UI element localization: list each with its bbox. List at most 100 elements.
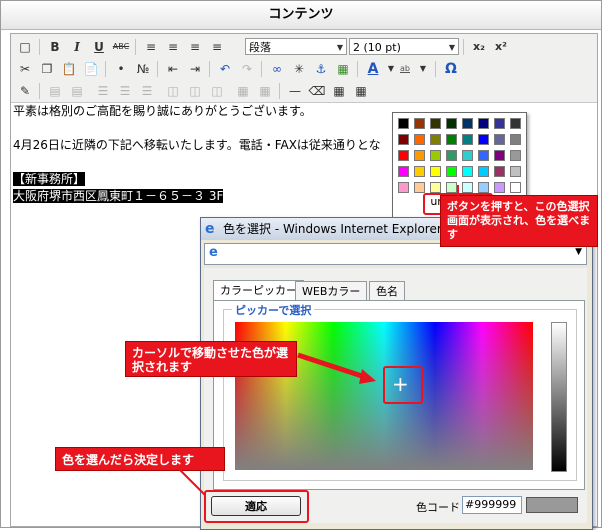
delete-column-icon[interactable]: ◫	[207, 81, 227, 101]
color-swatch[interactable]	[510, 118, 521, 129]
anchor-icon[interactable]: ⚓	[311, 59, 331, 79]
color-swatch[interactable]	[398, 118, 409, 129]
color-swatch[interactable]	[446, 166, 457, 177]
color-swatch[interactable]	[462, 166, 473, 177]
color-swatch[interactable]	[494, 118, 505, 129]
unlink-icon[interactable]: ✳	[289, 59, 309, 79]
color-swatch[interactable]	[414, 118, 425, 129]
panel-title: コンテンツ	[1, 1, 601, 30]
toolbar-separator	[209, 61, 210, 77]
toolbar-separator	[135, 39, 136, 55]
annotation-palette-note: ボタンを押すと、この色選択画面が表示され、色を選べます	[440, 195, 598, 247]
color-swatch[interactable]	[398, 166, 409, 177]
color-swatch[interactable]	[494, 166, 505, 177]
cut-icon[interactable]: ✂	[15, 59, 35, 79]
color-swatch[interactable]	[446, 134, 457, 145]
new-document-icon[interactable]: □	[15, 37, 35, 57]
table-cell-icon[interactable]: ▤	[67, 81, 87, 101]
image-icon[interactable]: ▦	[333, 59, 353, 79]
color-swatch[interactable]	[494, 134, 505, 145]
color-swatch[interactable]	[462, 134, 473, 145]
special-character-button[interactable]: Ω	[441, 59, 461, 79]
color-swatch[interactable]	[510, 182, 521, 193]
strikethrough-button[interactable]: ABC	[111, 37, 131, 57]
color-swatch[interactable]	[494, 182, 505, 193]
copy-icon[interactable]: ❐	[37, 59, 57, 79]
redo-icon[interactable]: ↷	[237, 59, 257, 79]
chevron-down-icon[interactable]: ▼	[413, 59, 433, 79]
paste-icon[interactable]: 📋	[59, 59, 79, 79]
bullet-list-icon[interactable]: •	[111, 59, 131, 79]
merge-cells-icon[interactable]: ▦	[255, 81, 275, 101]
color-swatch[interactable]	[430, 118, 441, 129]
bold-button[interactable]: B	[45, 37, 65, 57]
color-swatch[interactable]	[398, 134, 409, 145]
color-swatch[interactable]	[478, 118, 489, 129]
align-right-icon[interactable]: ≡	[185, 37, 205, 57]
outdent-icon[interactable]: ⇤	[163, 59, 183, 79]
brightness-slider[interactable]	[551, 322, 567, 472]
toolbar-separator	[463, 39, 464, 55]
table-row-icon[interactable]: ▤	[45, 81, 65, 101]
insert-row-after-icon[interactable]: ☰	[115, 81, 135, 101]
numbered-list-icon[interactable]: №	[133, 59, 153, 79]
paste-text-icon[interactable]: 📄	[81, 59, 101, 79]
tab-web-colors[interactable]: WEBカラー	[295, 281, 368, 300]
color-swatch[interactable]	[494, 150, 505, 161]
tab-color-names[interactable]: 色名	[369, 281, 405, 300]
insert-row-before-icon[interactable]: ☰	[93, 81, 113, 101]
edit-icon[interactable]: ✎	[15, 81, 35, 101]
color-swatch[interactable]	[414, 150, 425, 161]
font-size-select[interactable]: 2 (10 pt) ▼	[349, 38, 459, 55]
color-swatch[interactable]	[478, 150, 489, 161]
window-title: 色を選択 - Windows Internet Explorer	[223, 222, 442, 236]
highlighted-text: 【新事務所】	[13, 172, 86, 186]
superscript-button[interactable]: x²	[491, 37, 511, 57]
undo-icon[interactable]: ↶	[215, 59, 235, 79]
table-props-icon[interactable]: ▦	[351, 81, 371, 101]
split-cells-icon[interactable]: ▦	[233, 81, 253, 101]
color-swatch[interactable]	[510, 134, 521, 145]
tab-color-picker[interactable]: カラーピッカー	[213, 280, 304, 300]
color-swatch[interactable]	[414, 182, 425, 193]
color-swatch[interactable]	[462, 118, 473, 129]
highlighted-text: 大阪府堺市西区鳳東町１－６５－３ 3F	[13, 189, 224, 203]
italic-button[interactable]: I	[67, 37, 87, 57]
content-line: 平素は格別のご高配を賜り誠にありがとうございます。	[13, 104, 312, 118]
chevron-down-icon[interactable]: ▼	[575, 247, 582, 257]
color-swatch[interactable]	[478, 166, 489, 177]
color-swatch[interactable]	[510, 166, 521, 177]
table-icon[interactable]: ▦	[329, 81, 349, 101]
color-code-label: 色コード	[416, 501, 460, 514]
link-icon[interactable]: ∞	[267, 59, 287, 79]
align-justify-icon[interactable]: ≡	[207, 37, 227, 57]
toolbar-separator	[279, 83, 280, 99]
color-swatch[interactable]	[478, 134, 489, 145]
color-swatch[interactable]	[398, 182, 409, 193]
format-select[interactable]: 段落 ▼	[245, 38, 347, 55]
color-swatch[interactable]	[398, 150, 409, 161]
color-swatch[interactable]	[414, 134, 425, 145]
color-swatch[interactable]	[430, 150, 441, 161]
insert-column-after-icon[interactable]: ◫	[185, 81, 205, 101]
delete-row-icon[interactable]: ☰	[137, 81, 157, 101]
color-swatch[interactable]	[510, 150, 521, 161]
apply-button[interactable]: 適応	[211, 496, 301, 516]
underline-button[interactable]: U	[89, 37, 109, 57]
color-swatch[interactable]	[430, 134, 441, 145]
background-color-button[interactable]: ab	[395, 59, 415, 79]
color-swatch[interactable]	[446, 150, 457, 161]
indent-icon[interactable]: ⇥	[185, 59, 205, 79]
color-swatch[interactable]	[414, 166, 425, 177]
color-code-input[interactable]: #999999	[462, 496, 522, 514]
color-swatch[interactable]	[430, 166, 441, 177]
subscript-button[interactable]: x₂	[469, 37, 489, 57]
remove-format-icon[interactable]: ⌫	[307, 81, 327, 101]
align-left-icon[interactable]: ≡	[141, 37, 161, 57]
color-swatch[interactable]	[462, 150, 473, 161]
horizontal-rule-icon[interactable]: —	[285, 81, 305, 101]
text-color-button[interactable]: A	[363, 59, 383, 79]
color-swatch[interactable]	[446, 118, 457, 129]
align-center-icon[interactable]: ≡	[163, 37, 183, 57]
insert-column-before-icon[interactable]: ◫	[163, 81, 183, 101]
